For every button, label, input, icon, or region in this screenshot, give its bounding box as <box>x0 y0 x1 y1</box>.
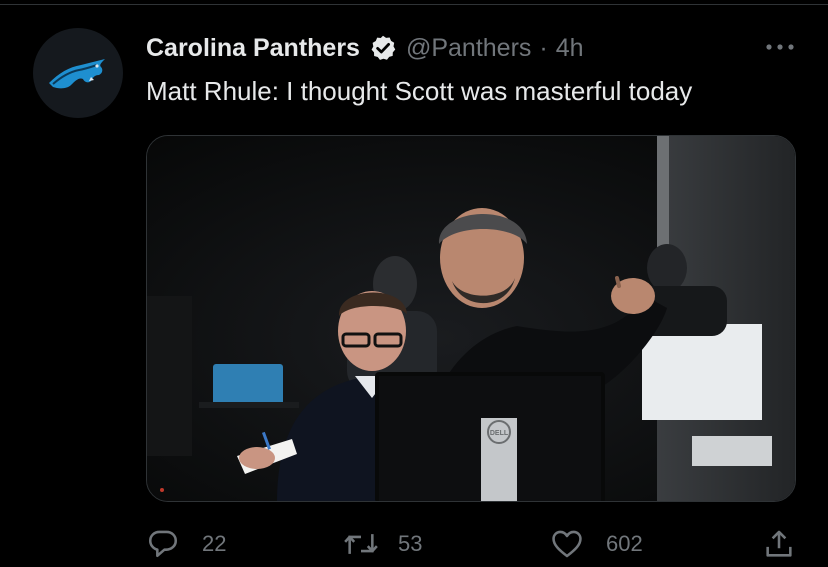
more-button[interactable] <box>762 34 798 60</box>
reply-count: 22 <box>202 531 227 556</box>
tweet-photo[interactable]: DELL <box>146 135 796 502</box>
photo-illustration: DELL <box>147 136 795 501</box>
reply-icon <box>148 530 178 558</box>
user-handle[interactable]: @Panthers <box>406 34 531 63</box>
reply-button[interactable]: 22 <box>146 524 226 564</box>
retweet-icon <box>344 534 378 554</box>
retweet-button[interactable]: 53 <box>342 524 422 564</box>
share-button[interactable] <box>762 524 796 564</box>
heart-icon <box>552 530 582 558</box>
verified-badge-icon <box>368 33 398 63</box>
action-bar: 22 53 602 <box>146 524 802 564</box>
tweet-text: Matt Rhule: I thought Scott was masterfu… <box>146 76 693 106</box>
share-icon <box>766 530 792 557</box>
monitor-brand: DELL <box>490 430 509 437</box>
timestamp[interactable]: 4h <box>556 34 584 63</box>
more-icon <box>766 44 794 50</box>
panther-logo-icon <box>49 59 105 89</box>
display-name[interactable]: Carolina Panthers <box>146 34 360 63</box>
like-button[interactable]: 602 <box>550 524 643 564</box>
separator-dot: · <box>539 33 548 62</box>
tweet-header: Carolina Panthers @Panthers · 4h <box>146 30 584 66</box>
top-divider <box>0 0 828 5</box>
avatar[interactable] <box>33 28 123 118</box>
like-count: 602 <box>606 531 643 556</box>
retweet-count: 53 <box>398 531 423 556</box>
